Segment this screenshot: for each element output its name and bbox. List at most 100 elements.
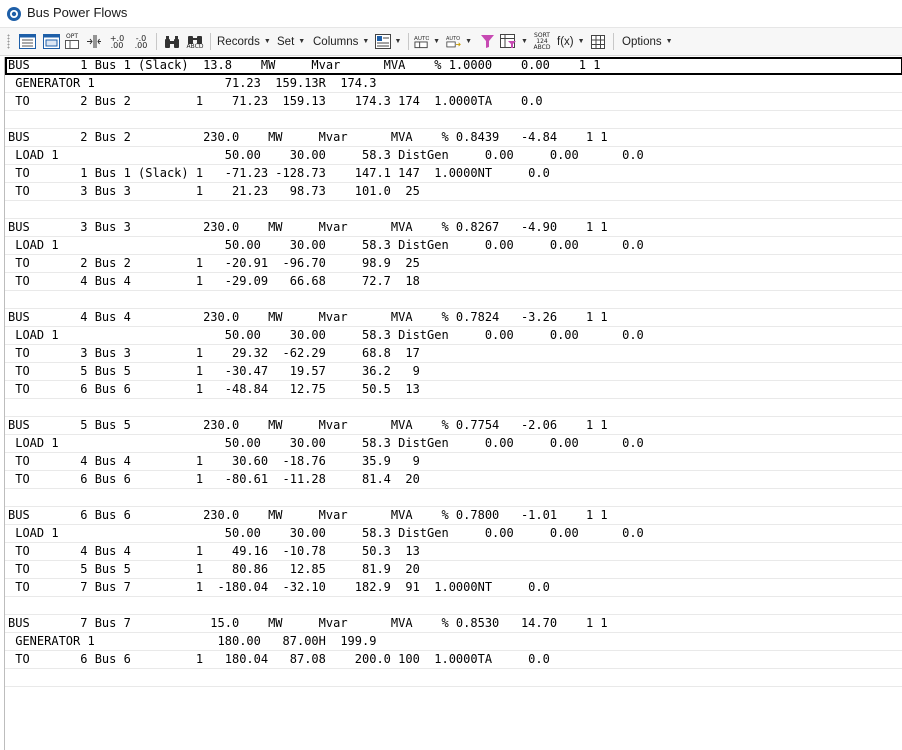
report-row[interactable]: TO 6 Bus 6 1 -80.61 -11.28 81.4 20 xyxy=(5,471,902,489)
report-row[interactable] xyxy=(5,291,902,309)
sort-button[interactable]: SORT 124 ABCD xyxy=(532,32,552,51)
report-row[interactable]: TO 2 Bus 2 1 71.23 159.13 174.3 174 1.00… xyxy=(5,93,902,111)
toolbar-separator xyxy=(613,33,614,50)
report-row[interactable] xyxy=(5,597,902,615)
toolbar-grip[interactable] xyxy=(7,34,10,49)
sheet-view2-button[interactable] xyxy=(40,32,62,51)
svg-text:AUTO: AUTO xyxy=(446,36,460,42)
set-menu[interactable]: Set ▼ xyxy=(277,32,305,51)
records-menu[interactable]: Records ▼ xyxy=(217,32,271,51)
columns-menu[interactable]: Columns ▼ xyxy=(313,32,369,51)
auto-size2-icon: AUTO xyxy=(446,36,461,48)
toolbar-separator xyxy=(210,33,211,50)
report-row-text: BUS 3 Bus 3 230.0 MW Mvar MVA % 0.8267 -… xyxy=(8,220,608,234)
report-row-text: BUS 6 Bus 6 230.0 MW Mvar MVA % 0.7800 -… xyxy=(8,508,608,522)
report-row[interactable] xyxy=(5,201,902,219)
report-row[interactable]: TO 3 Bus 3 1 29.32 -62.29 68.8 17 xyxy=(5,345,902,363)
advanced-filter-menu[interactable]: ▼ xyxy=(500,32,528,51)
find-abcd-icon xyxy=(188,35,202,44)
report-row[interactable]: LOAD 1 50.00 30.00 58.3 DistGen 0.00 0.0… xyxy=(5,435,902,453)
chevron-down-icon: ▼ xyxy=(362,38,370,45)
report-row-text: TO 5 Bus 5 1 -30.47 19.57 36.2 9 xyxy=(8,364,420,378)
auto-size2-menu[interactable]: AUTO ▼ xyxy=(446,32,472,51)
chevron-down-icon: ▼ xyxy=(465,38,472,45)
report-view[interactable]: BUS 1 Bus 1 (Slack) 13.8 MW Mvar MVA % 1… xyxy=(4,57,902,750)
find-icon xyxy=(165,35,179,48)
report-row[interactable]: TO 7 Bus 7 1 -180.04 -32.10 182.9 91 1.0… xyxy=(5,579,902,597)
filter-button[interactable] xyxy=(478,32,496,51)
toolbar-separator xyxy=(408,33,409,50)
report-row[interactable]: TO 5 Bus 5 1 80.86 12.85 81.9 20 xyxy=(5,561,902,579)
chevron-down-icon: ▼ xyxy=(394,38,402,45)
find-abcd-button[interactable]: ABCD xyxy=(184,32,206,51)
report-row-text: TO 4 Bus 4 1 49.16 -10.78 50.3 13 xyxy=(8,544,420,558)
report-row-text: LOAD 1 50.00 30.00 58.3 DistGen 0.00 0.0… xyxy=(8,328,644,342)
report-row-text xyxy=(5,490,8,504)
report-row-text xyxy=(5,598,8,612)
fx-menu[interactable]: f(x) ▼ xyxy=(557,32,585,51)
report-row[interactable]: LOAD 1 50.00 30.00 58.3 DistGen 0.00 0.0… xyxy=(5,327,902,345)
report-row[interactable]: TO 6 Bus 6 1 -48.84 12.75 50.5 13 xyxy=(5,381,902,399)
report-row-text: GENERATOR 1 180.00 87.00H 199.9 xyxy=(8,634,377,648)
insert-column-button[interactable] xyxy=(84,32,104,51)
report-row[interactable]: BUS 2 Bus 2 230.0 MW Mvar MVA % 0.8439 -… xyxy=(5,129,902,147)
report-row[interactable]: GENERATOR 1 71.23 159.13R 174.3 xyxy=(5,75,902,93)
fx-icon: f(x) xyxy=(557,35,574,48)
report-row[interactable] xyxy=(5,111,902,129)
app-icon xyxy=(7,7,21,21)
report-row[interactable]: TO 4 Bus 4 1 -29.09 66.68 72.7 18 xyxy=(5,273,902,291)
report-row-text: LOAD 1 50.00 30.00 58.3 DistGen 0.00 0.0… xyxy=(8,436,644,450)
report-row-text: LOAD 1 50.00 30.00 58.3 DistGen 0.00 0.0… xyxy=(8,526,644,540)
report-row-text xyxy=(5,670,8,684)
report-row-text: TO 6 Bus 6 1 180.04 87.08 200.0 100 1.00… xyxy=(8,652,550,666)
window-title: Bus Power Flows xyxy=(27,5,128,20)
auto-size-menu[interactable]: AUTO ▼ xyxy=(414,32,440,51)
chevron-down-icon: ▼ xyxy=(577,38,585,45)
report-row[interactable] xyxy=(5,399,902,417)
report-row[interactable]: BUS 6 Bus 6 230.0 MW Mvar MVA % 0.7800 -… xyxy=(5,507,902,525)
chevron-down-icon: ▼ xyxy=(298,38,306,45)
report-row-text xyxy=(5,292,8,306)
toolbar-separator xyxy=(156,33,157,50)
report-row-text: GENERATOR 1 71.23 159.13R 174.3 xyxy=(8,76,377,90)
report-row[interactable]: TO 5 Bus 5 1 -30.47 19.57 36.2 9 xyxy=(5,363,902,381)
toolbar: OPT +.0 .00 -.0 .00 ABCD Records▼ Set▼ xyxy=(0,28,902,56)
report-row[interactable]: LOAD 1 50.00 30.00 58.3 DistGen 0.00 0.0… xyxy=(5,147,902,165)
filter-icon xyxy=(480,35,494,48)
find-button[interactable] xyxy=(162,32,182,51)
report-row[interactable] xyxy=(5,489,902,507)
report-row-text: BUS 4 Bus 4 230.0 MW Mvar MVA % 0.7824 -… xyxy=(8,310,608,324)
increase-decimals-button[interactable]: +.0 .00 xyxy=(106,32,128,51)
options-menu[interactable]: Options ▼ xyxy=(622,32,673,51)
report-row[interactable]: TO 1 Bus 1 (Slack) 1 -71.23 -128.73 147.… xyxy=(5,165,902,183)
sort-icon: SORT 124 ABCD xyxy=(533,31,551,51)
report-row-text: TO 4 Bus 4 1 -29.09 66.68 72.7 18 xyxy=(8,274,420,288)
report-row[interactable]: BUS 1 Bus 1 (Slack) 13.8 MW Mvar MVA % 1… xyxy=(5,57,902,75)
report-row[interactable]: TO 2 Bus 2 1 -20.91 -96.70 98.9 25 xyxy=(5,255,902,273)
report-row[interactable]: TO 4 Bus 4 1 49.16 -10.78 50.3 13 xyxy=(5,543,902,561)
report-row-text: LOAD 1 50.00 30.00 58.3 DistGen 0.00 0.0… xyxy=(8,148,644,162)
decrease-decimals-button[interactable]: -.0 .00 xyxy=(130,32,152,51)
grid-button[interactable] xyxy=(589,32,607,51)
report-row[interactable]: TO 3 Bus 3 1 21.23 98.73 101.0 25 xyxy=(5,183,902,201)
report-row-text: TO 3 Bus 3 1 21.23 98.73 101.0 25 xyxy=(8,184,420,198)
report-row[interactable]: TO 6 Bus 6 1 180.04 87.08 200.0 100 1.00… xyxy=(5,651,902,669)
report-row-text xyxy=(5,400,8,414)
report-row[interactable]: LOAD 1 50.00 30.00 58.3 DistGen 0.00 0.0… xyxy=(5,237,902,255)
report-row[interactable]: GENERATOR 1 180.00 87.00H 199.9 xyxy=(5,633,902,651)
export-menu[interactable]: ▼ xyxy=(374,32,402,51)
report-row[interactable] xyxy=(5,669,902,687)
report-row-text: TO 7 Bus 7 1 -180.04 -32.10 182.9 91 1.0… xyxy=(8,580,550,594)
opt-button[interactable]: OPT xyxy=(62,32,82,51)
report-row[interactable]: LOAD 1 50.00 30.00 58.3 DistGen 0.00 0.0… xyxy=(5,525,902,543)
report-row[interactable]: BUS 7 Bus 7 15.0 MW Mvar MVA % 0.8530 14… xyxy=(5,615,902,633)
export-icon xyxy=(374,34,391,49)
report-row-text: BUS 5 Bus 5 230.0 MW Mvar MVA % 0.7754 -… xyxy=(8,418,608,432)
report-row[interactable]: BUS 3 Bus 3 230.0 MW Mvar MVA % 0.8267 -… xyxy=(5,219,902,237)
chevron-down-icon: ▼ xyxy=(263,38,271,45)
report-row[interactable]: BUS 5 Bus 5 230.0 MW Mvar MVA % 0.7754 -… xyxy=(5,417,902,435)
sheet-view-button[interactable] xyxy=(16,32,38,51)
report-row[interactable]: TO 4 Bus 4 1 30.60 -18.76 35.9 9 xyxy=(5,453,902,471)
title-bar: Bus Power Flows xyxy=(0,0,902,28)
report-row[interactable]: BUS 4 Bus 4 230.0 MW Mvar MVA % 0.7824 -… xyxy=(5,309,902,327)
